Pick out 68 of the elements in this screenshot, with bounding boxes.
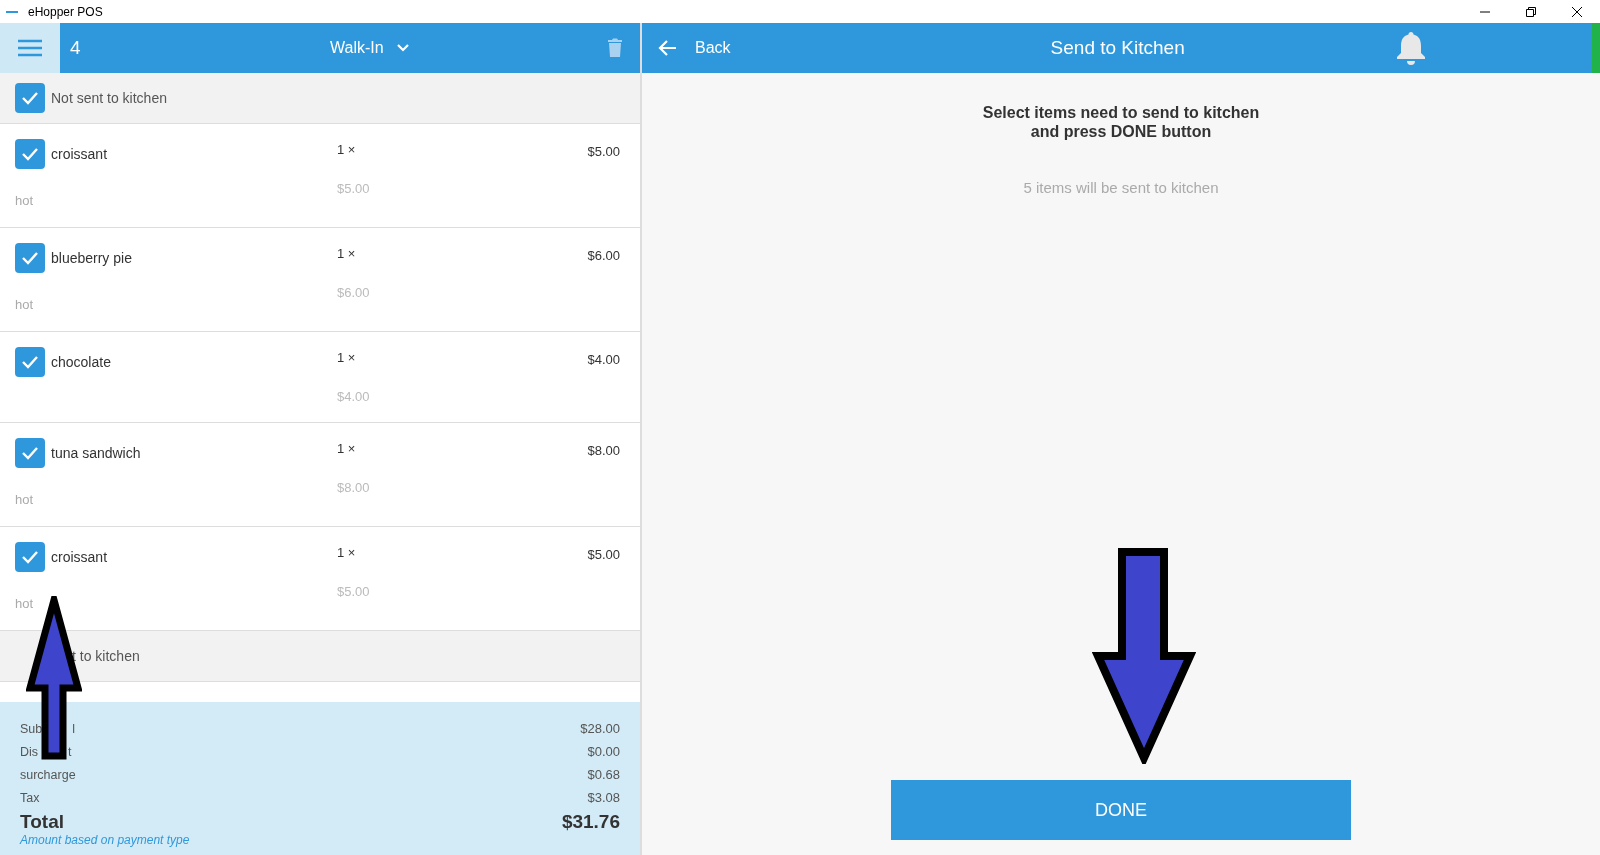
unit-price: $6.00 xyxy=(337,285,371,300)
trash-icon[interactable] xyxy=(607,38,623,58)
check-icon xyxy=(20,354,40,370)
item-price: $5.00 xyxy=(587,144,620,159)
item-quantity: 1 × xyxy=(337,350,357,365)
checkbox[interactable] xyxy=(15,83,45,113)
group-label: Not sent to kitchen xyxy=(51,90,167,106)
instruction-text: Select items need to send to kitchen and press DONE button xyxy=(982,103,1260,141)
item-name: croissant xyxy=(51,549,108,565)
summary-value: $28.00 xyxy=(580,721,620,736)
group-label: t to kitchen xyxy=(72,648,140,664)
summary-label: Dis xyxy=(20,744,39,759)
item-name: chocolate xyxy=(51,354,111,370)
item-price: $6.00 xyxy=(587,248,620,263)
menu-icon xyxy=(17,39,43,57)
item-price: $5.00 xyxy=(587,547,620,562)
customer-dropdown[interactable]: Walk-In xyxy=(330,39,410,57)
item-quantity: 1 × xyxy=(337,441,357,456)
item-name: blueberry pie xyxy=(51,250,132,266)
bell-icon[interactable] xyxy=(1394,31,1427,65)
status-text: 5 items will be sent to kitchen xyxy=(1023,179,1219,196)
item-quantity: 1 × xyxy=(337,142,357,157)
check-icon xyxy=(20,250,40,266)
unit-price: $5.00 xyxy=(337,181,371,196)
summary-value: $0.00 xyxy=(587,744,620,759)
status-strip xyxy=(1592,23,1600,73)
total-value: $31.76 xyxy=(561,811,620,833)
check-icon xyxy=(20,549,40,565)
item-quantity: 1 × xyxy=(337,545,357,560)
back-button[interactable]: Back xyxy=(657,39,731,57)
unit-price: $4.00 xyxy=(337,389,371,404)
summary-label: surcharge xyxy=(20,767,76,782)
unit-price: $5.00 xyxy=(337,584,371,599)
summary-label: Tax xyxy=(20,790,40,805)
item-note: hot xyxy=(15,492,35,507)
item-note: hot xyxy=(15,596,35,611)
unit-price: $8.00 xyxy=(337,480,371,495)
window-title: eHopper POS xyxy=(28,4,103,19)
item-quantity: 1 × xyxy=(337,246,357,261)
restore-icon[interactable] xyxy=(1525,5,1537,18)
chevron-down-icon xyxy=(395,43,410,53)
menu-button[interactable] xyxy=(0,23,60,73)
panel-title: Send to Kitchen xyxy=(1050,37,1185,59)
checkbox[interactable] xyxy=(15,243,45,273)
checkbox[interactable] xyxy=(15,438,45,468)
item-price: $4.00 xyxy=(587,352,620,367)
back-arrow-icon xyxy=(657,39,677,57)
checkbox[interactable] xyxy=(15,347,45,377)
done-button[interactable]: DONE xyxy=(891,780,1351,840)
checkbox[interactable] xyxy=(15,139,45,169)
summary-value: $0.68 xyxy=(587,767,620,782)
check-icon xyxy=(20,146,40,162)
total-note: Amount based on payment type xyxy=(20,833,191,847)
close-icon[interactable] xyxy=(1571,5,1583,18)
item-name: tuna sandwich xyxy=(51,445,141,461)
summary-label: t xyxy=(68,744,72,759)
check-icon xyxy=(20,90,40,106)
summary-value: $3.08 xyxy=(587,790,620,805)
app-logo-icon xyxy=(6,10,18,13)
item-price: $8.00 xyxy=(587,443,620,458)
item-name: croissant xyxy=(51,146,108,162)
total-label: Total xyxy=(20,811,64,833)
checkbox[interactable] xyxy=(15,542,45,572)
order-number: 4 xyxy=(70,37,82,59)
check-icon xyxy=(20,445,40,461)
item-note: hot xyxy=(15,297,35,312)
item-note: hot xyxy=(15,193,35,208)
summary-label: l xyxy=(72,721,76,736)
